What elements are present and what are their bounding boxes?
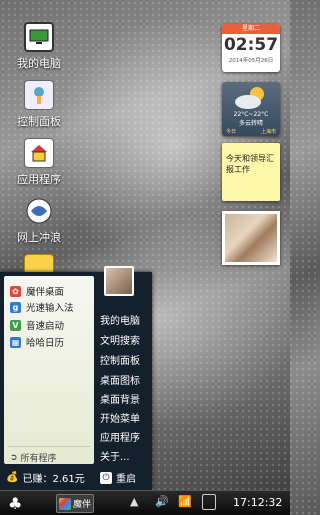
earnings-label: 已赚：2.61元 xyxy=(22,474,85,485)
menu-item-label: 光速输入法 xyxy=(26,303,74,314)
start-menu-left-panel: ✿ 魔伴桌面 g 光速输入法 V 音速启动 ▦ 哈哈日历 ➲ 所有程序 xyxy=(4,276,94,464)
menu-right-desktop-background[interactable]: 桌面背景 xyxy=(100,391,140,406)
arrow-right-icon: ➲ xyxy=(10,452,18,463)
volume-icon[interactable]: 🔊 xyxy=(155,495,169,508)
photo-image xyxy=(225,214,277,262)
menu-right-my-computer[interactable]: 我的电脑 xyxy=(100,312,140,327)
weather-temp: 22°C~22°C xyxy=(233,111,269,118)
all-programs-label: 所有程序 xyxy=(20,454,57,464)
clock-widget[interactable]: 星期二 02:57 2014年05月26日 xyxy=(222,24,280,72)
restart-label: 重启 xyxy=(116,474,136,485)
taskbar-clock[interactable]: 17:12:32 xyxy=(233,496,282,509)
menu-item-launcher[interactable]: V 音速启动 xyxy=(10,318,64,332)
widget-time: 02:57 xyxy=(223,35,279,55)
menu-item-keyboard[interactable]: g 光速输入法 xyxy=(10,300,74,314)
earnings: 💰 已赚：2.61元 xyxy=(6,470,85,485)
keyboard-icon: g xyxy=(10,301,21,313)
taskbar-app-label: 魔伴 xyxy=(73,500,92,510)
note-text: 今天和领导汇报工作 xyxy=(226,154,274,174)
weather-desc: 多云转晴 xyxy=(238,120,263,127)
menu-item-mobanz[interactable]: ✿ 魔伴桌面 xyxy=(10,284,64,298)
launcher-icon: V xyxy=(10,319,21,331)
menu-item-label: 音速启动 xyxy=(26,321,65,332)
weather-today: 今日 xyxy=(226,129,237,135)
start-menu: ✿ 魔伴桌面 g 光速输入法 V 音速启动 ▦ 哈哈日历 ➲ 所有程序 我的电脑… xyxy=(0,266,152,490)
desktop-icon-label: 网上冲浪 xyxy=(17,231,61,244)
battery-icon[interactable] xyxy=(202,494,216,510)
clover-icon: ♣ xyxy=(8,494,23,513)
control-panel-icon xyxy=(24,80,54,110)
menu-right-start-menu[interactable]: 开始菜单 xyxy=(100,410,140,425)
calendar-icon: ▦ xyxy=(10,336,21,348)
desktop-icon-my-computer[interactable]: 我的电脑 xyxy=(6,22,72,71)
menu-right-applications[interactable]: 应用程序 xyxy=(100,429,140,444)
mobanz-icon: ✿ xyxy=(10,285,21,297)
tray-expand-icon[interactable]: ▲ xyxy=(130,495,138,508)
avatar[interactable] xyxy=(104,266,134,296)
mobanz-icon xyxy=(59,497,71,510)
weather-city: 上海市 xyxy=(260,129,276,135)
desktop-icon-applications[interactable]: 应用程序 xyxy=(6,138,72,187)
desktop-icon-label: 我的电脑 xyxy=(17,57,61,70)
restart-button[interactable]: ⏻ 重启 xyxy=(100,470,136,485)
menu-right-search[interactable]: 文明搜索 xyxy=(100,332,140,347)
all-programs-button[interactable]: ➲ 所有程序 xyxy=(10,451,57,465)
applications-icon xyxy=(24,138,54,168)
menu-item-calendar[interactable]: ▦ 哈哈日历 xyxy=(10,335,64,349)
start-button[interactable]: ♣ xyxy=(8,494,22,513)
wifi-icon[interactable]: 📶 xyxy=(178,495,192,508)
photo-widget[interactable] xyxy=(222,211,280,265)
taskbar-app-mobanz[interactable]: 魔伴 xyxy=(56,494,94,513)
weather-widget[interactable]: 22°C~22°C 多云转晴 今日 上海市 xyxy=(222,82,280,136)
desktop-icon-browser[interactable]: 网上冲浪 xyxy=(6,196,72,245)
menu-divider xyxy=(8,446,90,447)
browser-icon xyxy=(24,196,54,226)
desktop-icon-control-panel[interactable]: 控制面板 xyxy=(6,80,72,129)
menu-item-label: 哈哈日历 xyxy=(26,338,65,349)
cloud-sun-icon xyxy=(235,87,264,109)
desktop-icon-label: 应用程序 xyxy=(17,173,61,186)
menu-right-about[interactable]: 关于... xyxy=(100,448,130,463)
widget-day: 星期二 xyxy=(222,24,280,34)
desktop-icon-label: 控制面板 xyxy=(17,115,61,128)
menu-right-desktop-icons[interactable]: 桌面图标 xyxy=(100,372,140,387)
computer-icon xyxy=(24,22,54,52)
menu-right-control-panel[interactable]: 控制面板 xyxy=(100,352,140,367)
widget-date: 2014年05月26日 xyxy=(228,58,274,64)
sticky-note-widget[interactable]: 今天和领导汇报工作 xyxy=(222,143,280,201)
menu-item-label: 魔伴桌面 xyxy=(26,287,65,298)
power-icon: ⏻ xyxy=(100,471,112,484)
taskbar: ♣ 魔伴 ▲ 🔊 📶 17:12:32 xyxy=(0,490,290,515)
money-bag-icon: 💰 xyxy=(6,472,19,483)
